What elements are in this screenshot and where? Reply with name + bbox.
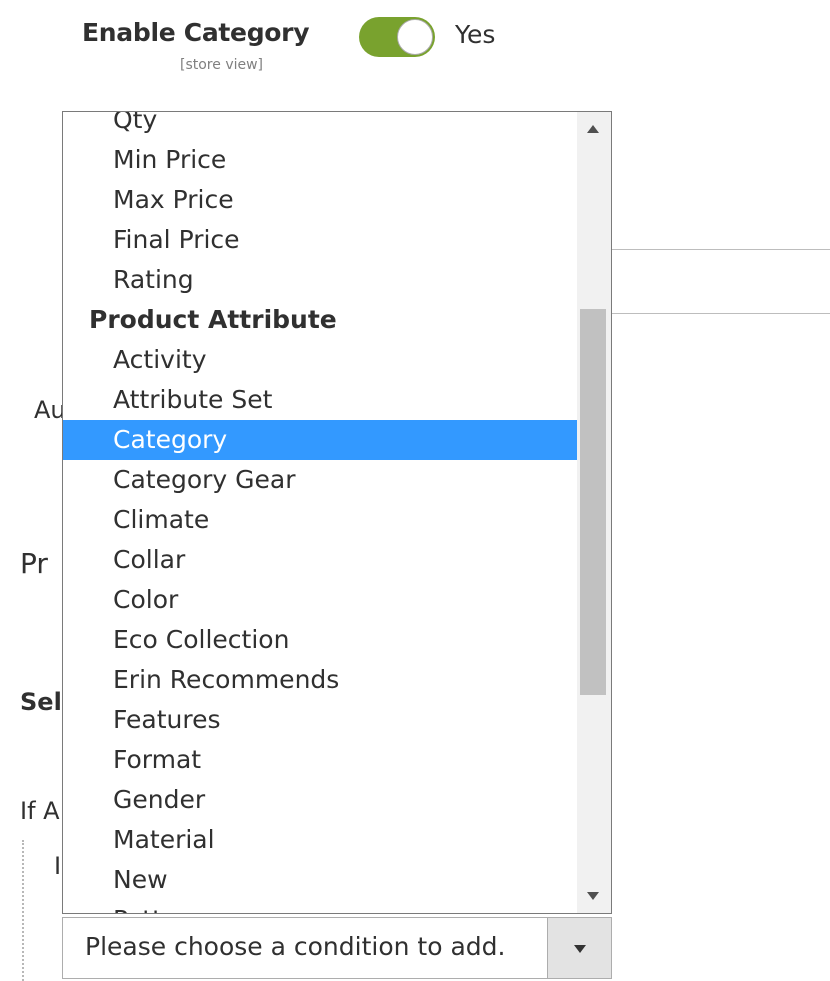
enable-category-toggle[interactable] [359,17,435,57]
section-title-fragment: Pr [20,547,48,580]
options-container: Qty Min Price Max Price Final Price Rating Pr… [63,112,578,913]
dropdown-option[interactable]: Eco Collection [63,620,578,660]
chevron-down-icon [574,945,586,953]
dropdown-option[interactable]: Pattern [63,900,578,913]
dropdown-option[interactable]: Final Price [63,220,578,260]
dropdown-option[interactable]: Attribute Set [63,380,578,420]
select-dropdown-button[interactable] [547,918,611,978]
dropdown-option[interactable]: Qty [63,112,578,140]
dropdown-option[interactable]: Features [63,700,578,740]
input-border-top [612,249,830,250]
section-subtitle-fragment: Sel [20,688,62,716]
enable-category-label: Enable Category [82,18,310,47]
dropdown-option[interactable]: Collar [63,540,578,580]
hidden-label-fragment: Au [34,396,66,424]
toggle-knob [397,19,433,55]
condition-select-placeholder: Please choose a condition to add. [85,932,506,961]
scrollbar-thumb[interactable] [580,309,606,695]
dropdown-option[interactable]: Min Price [63,140,578,180]
input-border-bottom [612,313,830,314]
dropdown-option[interactable]: Format [63,740,578,780]
dropdown-option[interactable]: Category [63,420,578,460]
store-view-scope: [store view] [180,57,264,73]
dropdown-option[interactable]: Climate [63,500,578,540]
dropdown-option[interactable]: Activity [63,340,578,380]
dropdown-option[interactable]: Material [63,820,578,860]
dropdown-option[interactable]: Rating [63,260,578,300]
scrollbar[interactable] [577,112,611,913]
dropdown-option[interactable]: Color [63,580,578,620]
condition-child-fragment: I [54,852,62,880]
toggle-value-label: Yes [455,20,496,49]
condition-options-list[interactable]: Qty Min Price Max Price Final Price Rating Pr… [62,111,612,914]
dropdown-option[interactable]: New [63,860,578,900]
dropdown-option[interactable]: Gender [63,780,578,820]
dropdown-option[interactable]: Max Price [63,180,578,220]
condition-text-fragment: If A [20,797,60,825]
dropdown-option[interactable]: Erin Recommends [63,660,578,700]
condition-tree-line [22,840,24,981]
scroll-up-icon[interactable] [587,125,599,133]
condition-select[interactable]: Please choose a condition to add. [62,917,612,979]
option-group-label: Product Attribute [89,305,337,334]
scroll-down-icon[interactable] [587,892,599,900]
dropdown-option[interactable]: Category Gear [63,460,578,500]
